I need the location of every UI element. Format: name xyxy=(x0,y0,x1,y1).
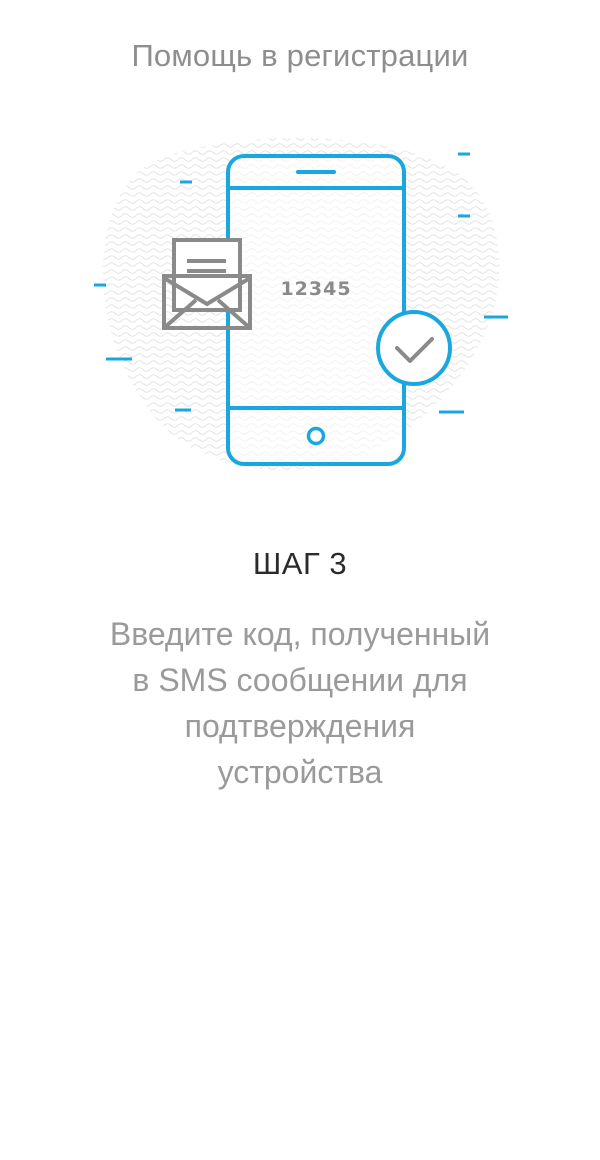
step-description-line: Введите код, полученный xyxy=(109,616,491,652)
sms-illustration: 12345 xyxy=(80,128,520,478)
smartphone-icon xyxy=(226,154,406,466)
page-title: Помощь в регистрации xyxy=(131,38,469,73)
step-description: Введите код, полученный в SMS сообщении … xyxy=(70,611,530,795)
step-description-line: в SMS сообщении для xyxy=(132,662,468,698)
step-description-line: устройства xyxy=(217,754,383,790)
step-title: ШАГ 3 xyxy=(252,546,348,581)
checkmark-circle-icon xyxy=(376,310,452,386)
sms-code: 12345 xyxy=(280,278,351,300)
step-description-line: подтверждения xyxy=(184,708,416,744)
